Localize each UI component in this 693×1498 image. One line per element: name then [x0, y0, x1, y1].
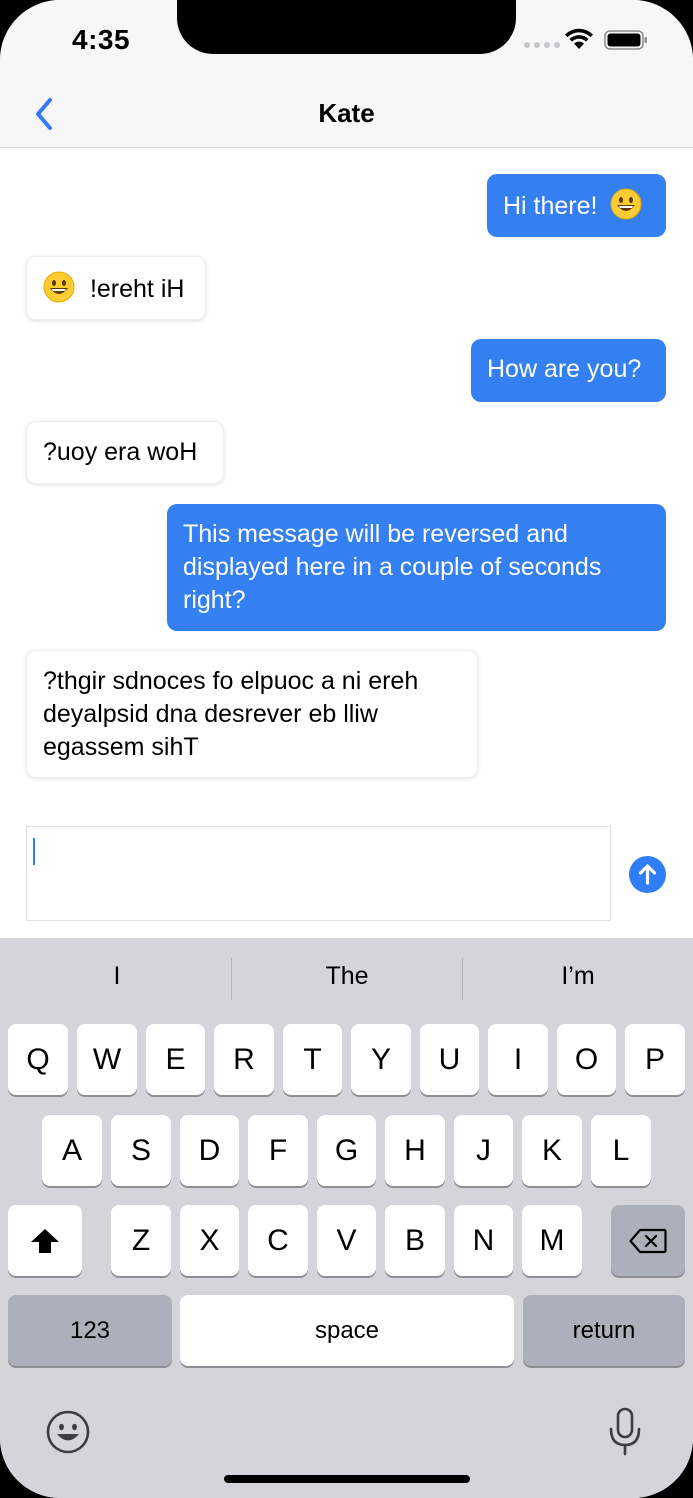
message-received[interactable]: ?thgir sdnoces fo elpuoc a ni ereh deyal… — [26, 650, 478, 778]
battery-icon — [604, 30, 647, 50]
key-l[interactable]: L — [591, 1115, 651, 1186]
key-z[interactable]: Z — [111, 1205, 171, 1276]
navigation-bar: Kate — [0, 80, 693, 148]
message-text: !ereht iH — [89, 275, 185, 303]
key-q[interactable]: Q — [8, 1024, 68, 1095]
key-m[interactable]: M — [522, 1205, 582, 1276]
key-r[interactable]: R — [214, 1024, 274, 1095]
space-key[interactable]: space — [180, 1295, 514, 1366]
key-i[interactable]: I — [488, 1024, 548, 1095]
message-text: ?uoy era woH — [43, 438, 198, 466]
message-text: How are you? — [487, 355, 642, 383]
message-line: This message will be reversed and — [183, 520, 568, 548]
message-received[interactable]: !ereht iH — [26, 256, 206, 320]
grinning-face-icon — [610, 188, 642, 220]
key-s[interactable]: S — [111, 1115, 171, 1186]
key-p[interactable]: P — [625, 1024, 685, 1095]
numbers-key[interactable]: 123 — [8, 1295, 172, 1366]
message-received[interactable]: ?uoy era woH — [26, 421, 224, 484]
key-u[interactable]: U — [420, 1024, 479, 1095]
notch — [177, 0, 516, 54]
message-line: ?thgir sdnoces fo elpuoc a ni ereh — [43, 667, 419, 695]
keyboard: I The I’m Q W E R T Y U I O P A S D F G … — [0, 938, 693, 1498]
message-input[interactable] — [26, 826, 611, 921]
return-key[interactable]: return — [523, 1295, 685, 1366]
cellular-signal-icon — [524, 42, 560, 48]
back-button[interactable] — [30, 94, 62, 134]
delete-icon — [629, 1228, 667, 1253]
message-text: Hi there! — [503, 192, 598, 220]
key-b[interactable]: B — [385, 1205, 445, 1276]
key-n[interactable]: N — [454, 1205, 513, 1276]
message-list: Hi there! !ereht iH How are you? ?uoy er… — [0, 149, 693, 938]
key-j[interactable]: J — [454, 1115, 513, 1186]
key-y[interactable]: Y — [351, 1024, 411, 1095]
suggestion-im[interactable]: I’m — [463, 962, 693, 991]
home-indicator[interactable] — [224, 1475, 470, 1483]
key-t[interactable]: T — [283, 1024, 342, 1095]
key-c[interactable]: C — [248, 1205, 308, 1276]
status-bar: 4:35 — [0, 0, 693, 80]
key-x[interactable]: X — [180, 1205, 239, 1276]
key-o[interactable]: O — [557, 1024, 616, 1095]
microphone-icon[interactable] — [607, 1407, 643, 1457]
wifi-icon — [565, 28, 593, 49]
nav-title: Kate — [318, 98, 375, 128]
shift-icon — [31, 1228, 59, 1253]
message-line: deyalpsid dna desrever eb lliw — [43, 700, 378, 728]
message-line: egassem sihT — [43, 733, 199, 761]
message-line: displayed here in a couple of seconds — [183, 553, 602, 581]
key-v[interactable]: V — [317, 1205, 376, 1276]
suggestion-the[interactable]: The — [232, 962, 462, 991]
arrow-up-icon — [638, 864, 657, 885]
key-w[interactable]: W — [77, 1024, 137, 1095]
key-f[interactable]: F — [248, 1115, 308, 1186]
text-cursor — [33, 838, 35, 865]
suggestion-i[interactable]: I — [2, 962, 232, 991]
shift-key[interactable] — [8, 1205, 82, 1276]
delete-key[interactable] — [611, 1205, 685, 1276]
emoji-icon[interactable] — [45, 1409, 91, 1455]
phone-screen: 4:35 Kate Hi there! !ereht iH How are yo… — [0, 0, 693, 1498]
key-k[interactable]: K — [522, 1115, 582, 1186]
key-g[interactable]: G — [317, 1115, 376, 1186]
send-button[interactable] — [629, 856, 666, 893]
message-sent[interactable]: How are you? — [471, 339, 666, 402]
chevron-left-icon — [36, 98, 52, 130]
key-d[interactable]: D — [180, 1115, 239, 1186]
status-time: 4:35 — [72, 24, 131, 55]
key-h[interactable]: H — [385, 1115, 445, 1186]
message-sent[interactable]: This message will be reversed and displa… — [167, 504, 666, 631]
key-e[interactable]: E — [146, 1024, 205, 1095]
message-line: right? — [183, 586, 246, 614]
grinning-face-icon — [43, 271, 75, 303]
message-sent[interactable]: Hi there! — [487, 174, 666, 237]
key-a[interactable]: A — [42, 1115, 102, 1186]
